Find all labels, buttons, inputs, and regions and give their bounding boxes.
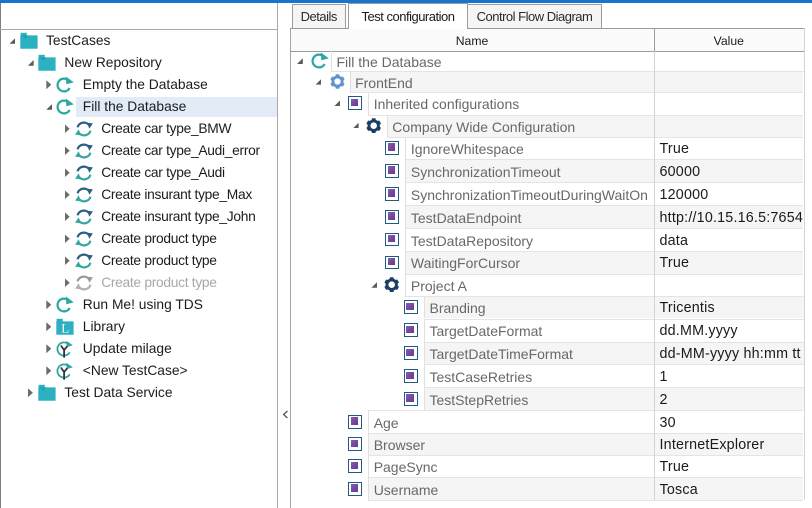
svg-text:L: L (62, 320, 70, 334)
